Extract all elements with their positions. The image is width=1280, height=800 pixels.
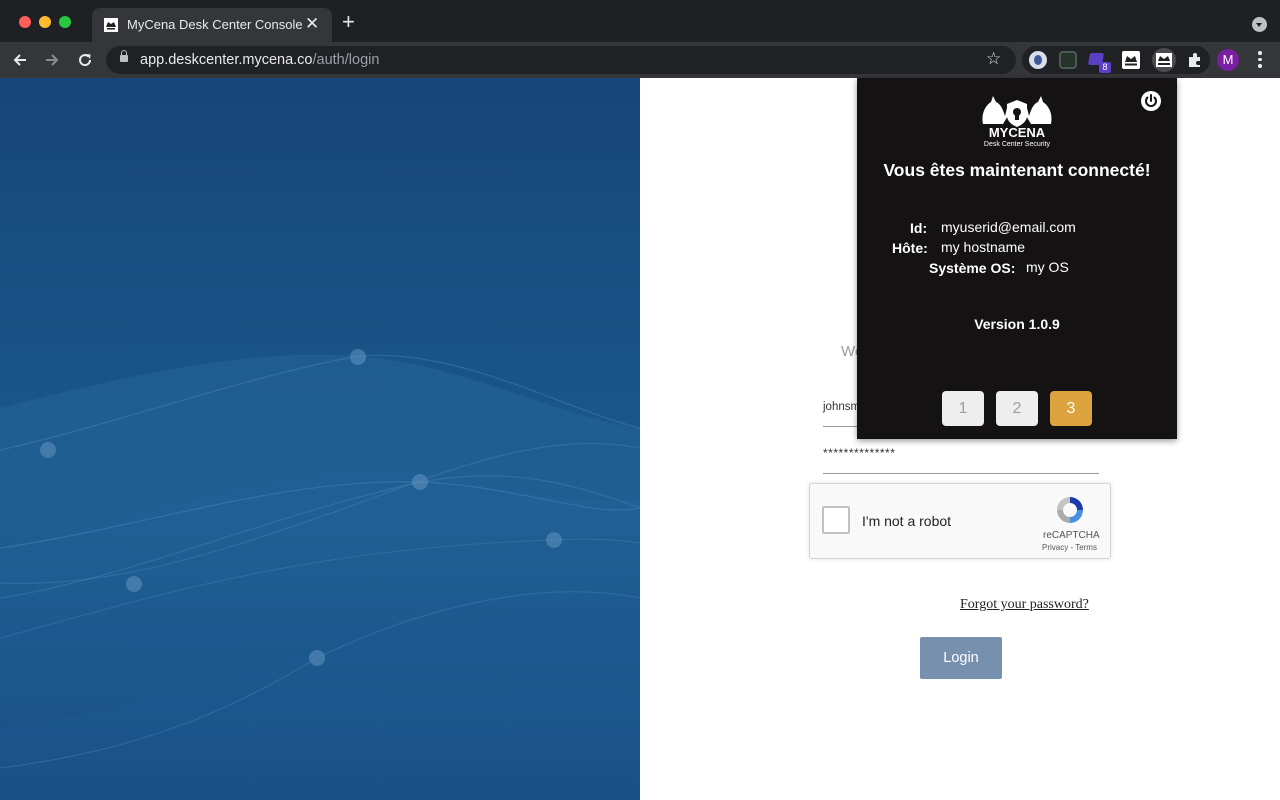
mycena-logo-icon: MYCENA Desk Center Security [982,96,1052,148]
maximize-window-button[interactable] [59,16,71,28]
hero-background [0,78,640,800]
wave-decoration [0,349,640,800]
id-label: Id: [910,220,928,236]
arrow-left-icon [13,54,26,66]
url-path: /auth/login [312,52,380,68]
minimize-window-button[interactable] [39,16,51,28]
recaptcha-widget: I'm not a robot reCAPTCHA Privacy - Term… [809,483,1111,559]
login-button[interactable]: Login [920,637,1002,679]
new-tab-button[interactable]: + [342,11,355,33]
puzzle-extensions-icon[interactable] [1186,51,1204,69]
close-window-button[interactable] [19,16,31,28]
browser-tab-active[interactable]: MyCena Desk Center Console ✕ [92,8,332,42]
extensions-group: 8 [1022,46,1210,74]
logo-name: MYCENA [989,125,1046,140]
url-text: app.deskcenter.mycena.co/auth/login [140,52,379,68]
id-value: myuserid@email.com [941,219,1076,235]
page-button-1[interactable]: 1 [942,391,984,426]
power-button[interactable] [1141,91,1161,111]
extension-icon-1[interactable] [1029,51,1047,69]
recaptcha-privacy-terms-link[interactable]: Privacy - Terms [1042,543,1097,552]
extension-badge: 8 [1099,62,1111,73]
os-label: Système OS: [929,260,1016,276]
back-button[interactable] [8,48,32,72]
mycena-extension-icon[interactable] [1122,51,1140,69]
password-underline [823,473,1099,474]
address-bar[interactable]: app.deskcenter.mycena.co/auth/login ☆ [106,46,1016,74]
forward-button[interactable] [40,48,64,72]
mycena-extension-active-icon[interactable] [1152,48,1176,72]
version-text: Version 1.0.9 [974,316,1060,332]
password-field[interactable]: ************** [823,446,895,460]
power-icon [1145,94,1157,107]
reload-button[interactable] [73,48,97,72]
recaptcha-brand: reCAPTCHA [1043,530,1100,541]
browser-tab-bar: MyCena Desk Center Console ✕ + [0,0,1280,42]
page-button-3[interactable]: 3 [1050,391,1092,426]
connected-title: Vous êtes maintenant connecté! [883,160,1151,180]
logo-subtitle: Desk Center Security [984,141,1051,148]
bookmark-star-icon[interactable]: ☆ [986,49,1001,69]
browser-menu-icon[interactable] [1253,48,1267,72]
extension-icon-3[interactable]: 8 [1087,51,1111,73]
recaptcha-logo-icon [1057,497,1083,523]
mycena-extension-popup: MYCENA Desk Center Security Vous êtes ma… [857,78,1177,439]
tab-search-icon[interactable] [1252,17,1267,32]
reload-icon [79,54,92,67]
arrow-right-icon [46,54,59,66]
extension-icon-2[interactable] [1059,51,1077,69]
profile-avatar[interactable]: M [1217,49,1239,71]
lock-icon[interactable] [120,50,128,62]
mycena-favicon-icon [104,18,118,32]
tab-title: MyCena Desk Center Console [127,17,303,32]
tab-close-icon[interactable]: ✕ [305,14,319,34]
browser-toolbar: app.deskcenter.mycena.co/auth/login ☆ 8 … [0,42,1280,78]
url-host: app.deskcenter.mycena.co [140,52,313,68]
page-button-2[interactable]: 2 [996,391,1038,426]
os-value: my OS [1026,259,1069,275]
username-field[interactable]: johnsm [823,401,860,413]
forgot-password-link[interactable]: Forgot your password? [960,597,1089,613]
host-label: Hôte: [892,240,928,256]
recaptcha-label: I'm not a robot [862,513,952,529]
recaptcha-checkbox[interactable] [822,506,850,534]
host-value: my hostname [941,239,1026,255]
